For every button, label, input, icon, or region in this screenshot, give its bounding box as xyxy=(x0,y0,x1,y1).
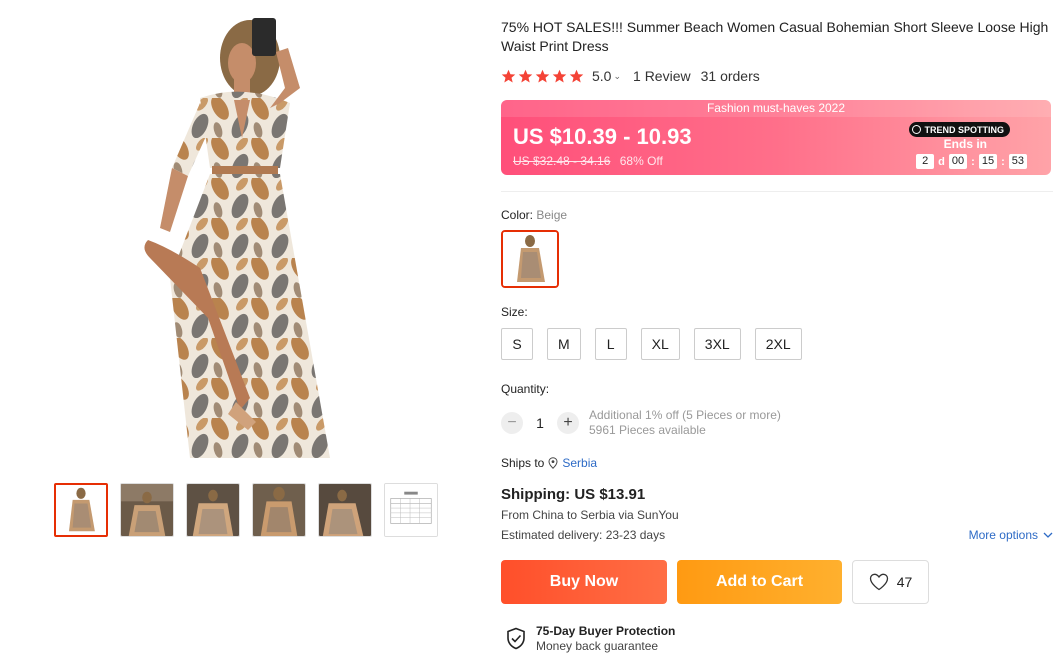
heart-icon xyxy=(869,573,888,591)
product-title: 75% HOT SALES!!! Summer Beach Women Casu… xyxy=(501,19,1049,54)
size-option-xl[interactable]: XL xyxy=(640,328,680,360)
quantity-stepper: − 1 + Additional 1% off (5 Pieces or mor… xyxy=(501,408,1053,438)
protection-subtitle: Money back guarantee xyxy=(536,639,659,653)
color-label-text: Color: xyxy=(501,208,537,222)
thumbnail-strip xyxy=(54,483,438,537)
trend-icon xyxy=(912,125,922,134)
rating-row: 5.0 ⌄ 1 Review 31 orders xyxy=(501,67,1053,85)
rating-stars xyxy=(501,69,584,84)
size-option-3xl[interactable]: 3XL xyxy=(693,328,741,360)
trend-badge-label: TREND SPOTTING xyxy=(924,124,1004,135)
star-icon xyxy=(569,69,584,82)
estimated-delivery: Estimated delivery: 23-23 days xyxy=(501,528,666,542)
buyer-protection: 75-Day Buyer Protection Money back guara… xyxy=(506,624,1053,653)
countdown-timer: 2 d 00 : 15 : 53 xyxy=(916,154,1027,169)
purchase-actions: Buy Now Add to Cart 47 xyxy=(501,560,1053,604)
thumbnail-4[interactable] xyxy=(252,483,306,537)
size-option-2xl[interactable]: 2XL xyxy=(754,328,802,360)
size-option-l[interactable]: L xyxy=(594,328,627,360)
product-info: 75% HOT SALES!!! Summer Beach Women Casu… xyxy=(501,18,1053,653)
shipping-cost: Shipping: US $13.91 xyxy=(501,486,646,503)
delivery-row: Estimated delivery: 23-23 days More opti… xyxy=(501,528,1053,542)
orders-count: 31 orders xyxy=(700,68,760,84)
chevron-down-icon[interactable]: ⌄ xyxy=(613,71,621,82)
promo-price-banner: Fashion must-haves 2022 US $10.39 - 10.9… xyxy=(501,100,1051,175)
protection-text: 75-Day Buyer Protection Money back guara… xyxy=(536,624,675,653)
quantity-decrease-button[interactable]: − xyxy=(501,412,523,434)
protection-title: 75-Day Buyer Protection xyxy=(536,624,676,638)
shield-check-icon xyxy=(507,627,525,650)
buy-now-button[interactable]: Buy Now xyxy=(501,560,667,604)
discount-percent: 68% Off xyxy=(619,154,663,168)
thumbnail-6-size-chart[interactable] xyxy=(384,483,438,537)
ships-to-row: Ships to Serbia xyxy=(501,456,1053,470)
countdown-seconds: 53 xyxy=(1008,154,1027,169)
reviews-link[interactable]: 1 Review xyxy=(633,68,691,84)
product-main-image[interactable] xyxy=(130,18,340,470)
color-selected-value: Beige xyxy=(536,208,568,222)
shipping-route: From China to Serbia via SunYou xyxy=(501,508,679,522)
color-label: Color: Beige xyxy=(501,208,1053,222)
size-options: S M L XL 3XL 2XL xyxy=(501,328,1053,360)
countdown-days-unit: d xyxy=(938,155,945,168)
thumbnail-2[interactable] xyxy=(120,483,174,537)
countdown-minutes: 15 xyxy=(978,154,998,169)
add-to-cart-button[interactable]: Add to Cart xyxy=(677,560,842,604)
star-icon xyxy=(535,69,550,82)
more-options-label: More options xyxy=(968,528,1038,542)
quantity-input[interactable]: 1 xyxy=(523,415,557,431)
divider xyxy=(501,191,1053,192)
wishlist-count: 47 xyxy=(896,574,913,590)
size-option-s[interactable]: S xyxy=(501,328,533,360)
chevron-down-icon xyxy=(1043,532,1053,538)
bulk-discount-note: Additional 1% off (5 Pieces or more) xyxy=(589,408,781,422)
star-icon xyxy=(552,69,567,82)
quantity-note: Additional 1% off (5 Pieces or more) 596… xyxy=(589,408,781,438)
star-icon xyxy=(518,69,533,82)
quantity-label: Quantity: xyxy=(501,382,550,396)
countdown-separator: : xyxy=(1001,155,1005,168)
size-option-m[interactable]: M xyxy=(547,328,581,360)
rating-value[interactable]: 5.0 xyxy=(592,68,611,84)
trend-spotting-badge: TREND SPOTTING xyxy=(909,122,1010,137)
current-price: US $10.39 - 10.93 xyxy=(513,124,692,149)
thumbnail-3[interactable] xyxy=(186,483,240,537)
original-price: US $32.48 - 34.16 xyxy=(513,154,611,168)
countdown-hours: 00 xyxy=(948,154,968,169)
thumbnail-1[interactable] xyxy=(54,483,108,537)
promo-banner-title: Fashion must-haves 2022 xyxy=(501,100,1051,117)
size-label: Size: xyxy=(501,305,528,319)
star-icon xyxy=(501,69,516,82)
wishlist-button[interactable]: 47 xyxy=(852,560,929,604)
stock-available: 5961 Pieces available xyxy=(589,423,706,437)
ships-to-label: Ships to xyxy=(501,456,545,470)
ends-in-label: Ends in xyxy=(943,137,987,151)
countdown-days: 2 xyxy=(916,154,935,169)
color-option-beige[interactable] xyxy=(501,230,559,288)
old-price-row: US $32.48 - 34.16 68% Off xyxy=(513,154,663,168)
thumbnail-5[interactable] xyxy=(318,483,372,537)
location-pin-icon xyxy=(548,457,558,469)
ships-to-country-link[interactable]: Serbia xyxy=(562,456,597,470)
quantity-increase-button[interactable]: + xyxy=(557,412,579,434)
more-options-link[interactable]: More options xyxy=(969,528,1053,542)
countdown-separator: : xyxy=(971,155,975,168)
